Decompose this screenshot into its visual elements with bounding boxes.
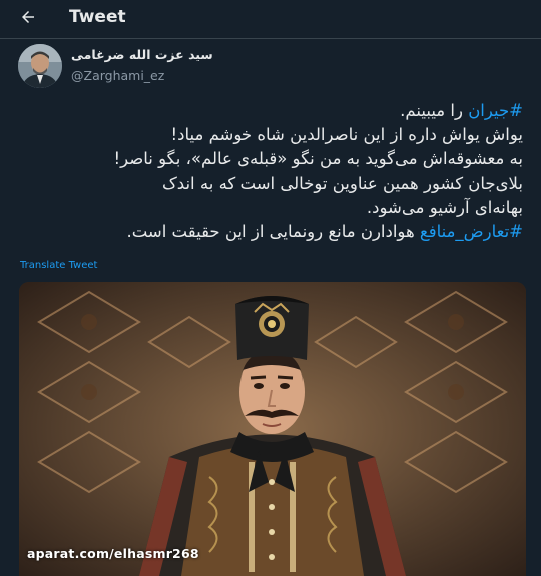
avatar[interactable] [18,44,62,88]
top-bar: Tweet [0,0,541,38]
tweet-line-1: #جیران را میبینم. [18,99,523,123]
arrow-left-icon [19,8,37,30]
tweet-line-4: بلای‌جان کشور همین عناوین توخالی است که … [162,173,523,193]
header-divider [0,38,541,39]
author-handle[interactable]: @Zarghami_ez [71,68,164,83]
tweet-line-6: #تعارض_منافع هوادارن مانع رونمایی از این… [18,220,523,244]
tweet-media-image[interactable] [19,282,526,576]
hashtag-link[interactable]: #جیران [468,101,523,120]
page-title: Tweet [69,7,126,27]
author-name[interactable]: سید عزت الله ضرغامی [71,47,213,62]
tweet-line-2: یواش یواش داره از این ناصرالدین شاه خوشم… [170,125,523,145]
tweet-author: سید عزت الله ضرغامی @Zarghami_ez [18,44,523,90]
tweet-text: #جیران را میبینم. یواش یواش داره از این … [18,99,524,244]
tweet-line-3: به معشوقه‌اش می‌گوید به من نگو «قبله‌ی ع… [113,149,524,169]
back-button[interactable] [14,5,42,33]
media-watermark: aparat.com/elhasmr268 [27,546,199,561]
tweet-line-5: بهانه‌ای آرشیو می‌شود. [366,197,523,217]
tweet-text-segment: هوادارن مانع رونمایی از این حقیقت است. [126,222,420,242]
tweet-text-segment: را میبینم. [400,101,469,120]
translate-tweet-link[interactable]: Translate Tweet [20,260,97,271]
hashtag-link[interactable]: #تعارض_منافع [420,222,523,241]
tweet-page: Tweet سید عزت الله ضرغامی @Zarghami_ez #… [0,0,541,576]
